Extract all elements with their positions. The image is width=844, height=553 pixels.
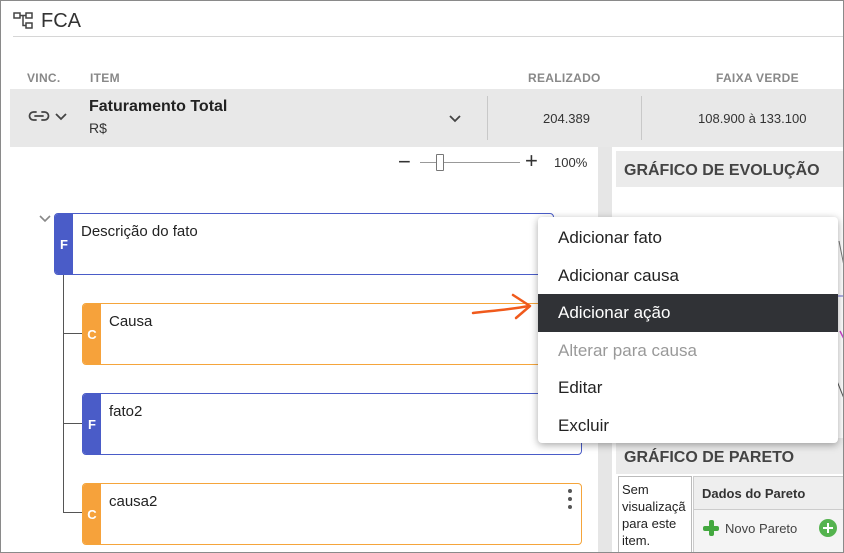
menu-item-editar[interactable]: Editar [538, 369, 838, 407]
more-vertical-icon[interactable] [565, 487, 575, 511]
chevron-down-icon[interactable] [38, 211, 52, 229]
column-header-vinc: VINC. [27, 71, 61, 85]
dados-pareto-header: Dados do Pareto [693, 476, 843, 510]
item-name: Faturamento Total [89, 98, 228, 115]
item-select-chevron-icon[interactable] [448, 111, 462, 130]
node-label: Descrição do fato [81, 223, 198, 240]
tree-node-fact[interactable]: F fato2 [82, 393, 582, 455]
zoom-slider-handle[interactable] [436, 154, 444, 171]
item-unit: R$ [89, 120, 107, 136]
zoom-in-button[interactable]: + [525, 150, 538, 172]
novo-pareto-label: Novo Pareto [725, 520, 798, 536]
menu-item-adicionar-acao[interactable]: Adicionar ação [538, 294, 838, 332]
sem-visualizacao-text: Sem visualizaçã para este item. [618, 476, 692, 552]
zoom-out-button[interactable]: − [398, 151, 411, 173]
plus-icon [703, 520, 719, 536]
menu-item-excluir[interactable]: Excluir [538, 407, 838, 445]
fca-window: FCA VINC. ITEM REALIZADO FAIXA VERDE Fat… [0, 0, 844, 553]
context-menu: Adicionar fato Adicionar causa Adicionar… [538, 217, 838, 443]
evolucao-panel-title: GRÁFICO DE EVOLUÇÃO [616, 151, 843, 187]
chevron-down-icon[interactable] [54, 109, 68, 128]
tree-node-fact[interactable]: F Descrição do fato [54, 213, 554, 275]
tree-node-cause[interactable]: C causa2 [82, 483, 582, 545]
tree-connector [63, 512, 82, 513]
zoom-slider-track[interactable] [420, 162, 520, 163]
faixa-verde-value: 108.900 à 133.100 [698, 111, 807, 126]
fact-badge: F [55, 214, 73, 274]
realizado-value: 204.389 [543, 111, 590, 126]
column-header-faixa-verde: FAIXA VERDE [716, 71, 799, 85]
title-divider [13, 36, 843, 37]
cause-badge: C [83, 484, 101, 544]
column-header-item: ITEM [90, 71, 120, 85]
column-divider [641, 96, 642, 140]
column-header-realizado: REALIZADO [528, 71, 601, 85]
menu-item-alterar-para-causa: Alterar para causa [558, 340, 697, 360]
tree-connector [63, 423, 82, 424]
menu-item-adicionar-causa[interactable]: Adicionar causa [538, 257, 838, 295]
node-label: fato2 [109, 403, 143, 420]
cause-badge: C [83, 304, 101, 364]
novo-pareto-button[interactable]: Novo Pareto [703, 520, 797, 536]
column-divider [487, 96, 488, 140]
org-chart-icon [13, 11, 35, 31]
evolucao-chart-fragment [837, 240, 843, 398]
tree-connector [63, 333, 82, 334]
arrow-right-icon [471, 293, 532, 320]
node-label: causa2 [109, 493, 158, 510]
menu-item-adicionar-fato[interactable]: Adicionar fato [538, 219, 838, 257]
tree-connector [63, 274, 64, 512]
link-icon[interactable] [28, 109, 50, 128]
page-title: FCA [41, 9, 81, 32]
item-row: Faturamento Total R$ 204.389 108.900 à 1… [10, 89, 843, 147]
node-label: Causa [109, 313, 153, 330]
fact-badge: F [83, 394, 101, 454]
title-bar: FCA [13, 7, 81, 35]
zoom-level: 100% [554, 155, 588, 170]
plus-circle-icon[interactable] [819, 519, 837, 537]
